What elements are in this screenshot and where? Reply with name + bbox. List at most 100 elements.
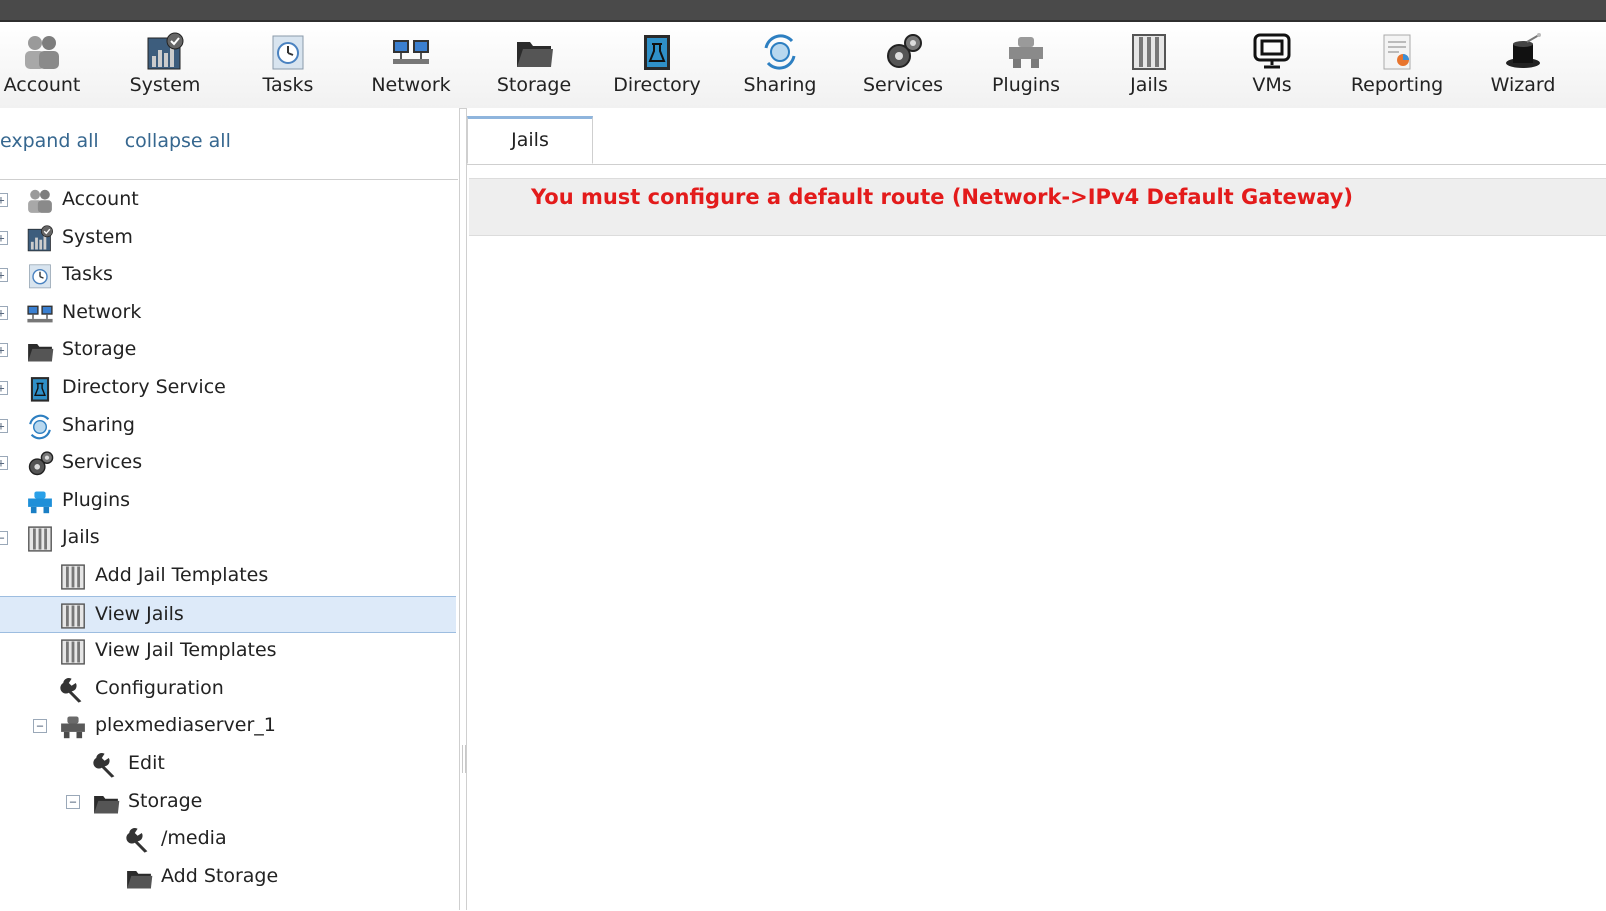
sharing-icon xyxy=(26,413,54,441)
wrench-icon xyxy=(125,826,153,854)
tree-node-label: Plugins xyxy=(62,488,131,511)
collapse-all-link[interactable]: collapse all xyxy=(125,130,231,152)
expand-icon[interactable]: + xyxy=(0,305,8,320)
wrench-icon xyxy=(59,676,87,704)
expand-all-link[interactable]: expand all xyxy=(0,130,99,152)
network-icon xyxy=(26,300,54,328)
system-icon xyxy=(26,225,54,253)
expand-icon[interactable]: + xyxy=(0,381,8,395)
main-toolbar: Account System Tasks Network Storage Director… xyxy=(0,22,1606,109)
tree-node-add-jail-templates[interactable]: Add Jail Templates xyxy=(0,558,456,595)
tasks-icon xyxy=(26,262,54,290)
jails-icon xyxy=(59,638,87,666)
system-icon xyxy=(145,32,185,72)
toolbar-services-button[interactable]: Services xyxy=(848,22,958,108)
tree-node-plugins[interactable]: Plugins xyxy=(0,483,456,520)
account-icon xyxy=(22,32,62,72)
toolbar-plugins-button[interactable]: Plugins xyxy=(971,22,1081,108)
plugins-icon xyxy=(26,488,54,516)
storage-icon xyxy=(92,789,120,817)
directory-icon xyxy=(26,375,54,403)
tree-node-label: Add Jail Templates xyxy=(95,564,269,586)
tasks-icon xyxy=(26,262,54,290)
tree-node-tasks[interactable]: + Tasks xyxy=(0,257,456,294)
jails-icon xyxy=(59,563,87,591)
tree-node-sharing[interactable]: + Sharing xyxy=(0,408,456,445)
expand-icon[interactable]: + xyxy=(0,418,8,433)
toolbar-wizard-button[interactable]: Wizard xyxy=(1468,22,1578,108)
tree-node-label: Sharing xyxy=(62,413,135,436)
tree-node-label: View Jails xyxy=(95,602,184,625)
network-icon xyxy=(391,32,431,72)
tab-jails[interactable]: Jails xyxy=(467,116,593,164)
jails-icon xyxy=(26,525,54,553)
services-icon xyxy=(26,450,54,478)
tree-node-directory-service[interactable]: + Directory Service xyxy=(0,370,456,407)
sharing-icon xyxy=(760,32,800,72)
expand-icon[interactable]: + xyxy=(0,193,8,207)
system-icon xyxy=(145,32,185,72)
tree-node-storage[interactable]: − Storage xyxy=(0,784,456,821)
tree-node-add-storage[interactable]: Add Storage xyxy=(0,859,456,896)
tree-node-label: Jails xyxy=(62,526,100,549)
tree-node-network[interactable]: + Network xyxy=(0,295,456,332)
wrench-icon xyxy=(125,826,153,854)
tree-node-edit[interactable]: Edit xyxy=(0,746,456,783)
toolbar-sharing-button[interactable]: Sharing xyxy=(725,22,835,108)
toolbar-vms-button[interactable]: VMs xyxy=(1217,22,1327,108)
reporting-icon xyxy=(1377,32,1417,72)
toolbar-directory-button[interactable]: Directory xyxy=(602,22,712,108)
tree-controls: expand all collapse all xyxy=(0,130,231,152)
tree-node-label: Configuration xyxy=(95,676,224,699)
expand-icon[interactable]: + xyxy=(0,230,8,245)
tree-node-plexmediaserver-1[interactable]: − plexmediaserver_1 xyxy=(0,708,456,745)
wizard-icon xyxy=(1503,32,1543,72)
toolbar-network-button[interactable]: Network xyxy=(356,22,466,108)
collapse-icon[interactable]: − xyxy=(66,794,80,809)
tree-node-jails[interactable]: − Jails xyxy=(0,520,456,557)
network-icon xyxy=(26,300,54,328)
tree-node-services[interactable]: + Services xyxy=(0,445,456,482)
toolbar-account-button[interactable]: Account xyxy=(0,22,97,108)
toolbar-label: Wizard xyxy=(1490,74,1556,96)
tree-node-media[interactable]: /media xyxy=(0,821,456,858)
expand-icon[interactable]: + xyxy=(0,456,8,471)
tree-node-system[interactable]: + System xyxy=(0,220,456,257)
tree-node-label: Storage xyxy=(62,338,137,361)
plugins-icon xyxy=(26,488,54,516)
tree-node-storage[interactable]: + Storage xyxy=(0,332,456,369)
tasks-icon xyxy=(268,32,308,72)
expand-icon[interactable]: + xyxy=(0,268,8,283)
wrench-icon xyxy=(92,751,120,779)
toolbar-storage-button[interactable]: Storage xyxy=(479,22,589,108)
plugins-icon xyxy=(1006,32,1046,72)
jails-icon xyxy=(59,638,87,666)
collapse-icon[interactable]: − xyxy=(0,531,8,546)
tree-node-account[interactable]: + Account xyxy=(0,182,456,219)
toolbar-jails-button[interactable]: Jails xyxy=(1094,22,1204,108)
jails-icon xyxy=(59,602,87,630)
tree-node-label: System xyxy=(62,225,133,248)
tree-node-label: Tasks xyxy=(62,263,113,286)
tree-node-label: Add Storage xyxy=(161,864,279,887)
tree-node-label: Directory Service xyxy=(62,376,226,398)
tree-node-configuration[interactable]: Configuration xyxy=(0,671,456,708)
jails-icon xyxy=(59,602,87,630)
toolbar-tasks-button[interactable]: Tasks xyxy=(233,22,343,108)
account-icon xyxy=(22,32,62,72)
collapse-icon[interactable]: − xyxy=(33,719,47,734)
reporting-icon xyxy=(1377,32,1417,72)
tree-node-label: plexmediaserver_1 xyxy=(95,714,276,737)
left-navigation-pane: expand all collapse all +Account+System+… xyxy=(0,108,460,910)
services-icon xyxy=(883,32,923,72)
tasks-icon xyxy=(268,32,308,72)
content-pane: Jails You must configure a default route… xyxy=(466,108,1606,910)
tree-node-view-jail-templates[interactable]: View Jail Templates xyxy=(0,633,456,670)
wrench-icon xyxy=(59,676,87,704)
default-route-warning: You must configure a default route (Netw… xyxy=(531,185,1353,209)
expand-icon[interactable]: + xyxy=(0,343,8,358)
jails-icon xyxy=(1129,32,1169,72)
toolbar-reporting-button[interactable]: Reporting xyxy=(1342,22,1452,108)
toolbar-system-button[interactable]: System xyxy=(110,22,220,108)
tree-node-view-jails[interactable]: View Jails xyxy=(0,595,456,633)
